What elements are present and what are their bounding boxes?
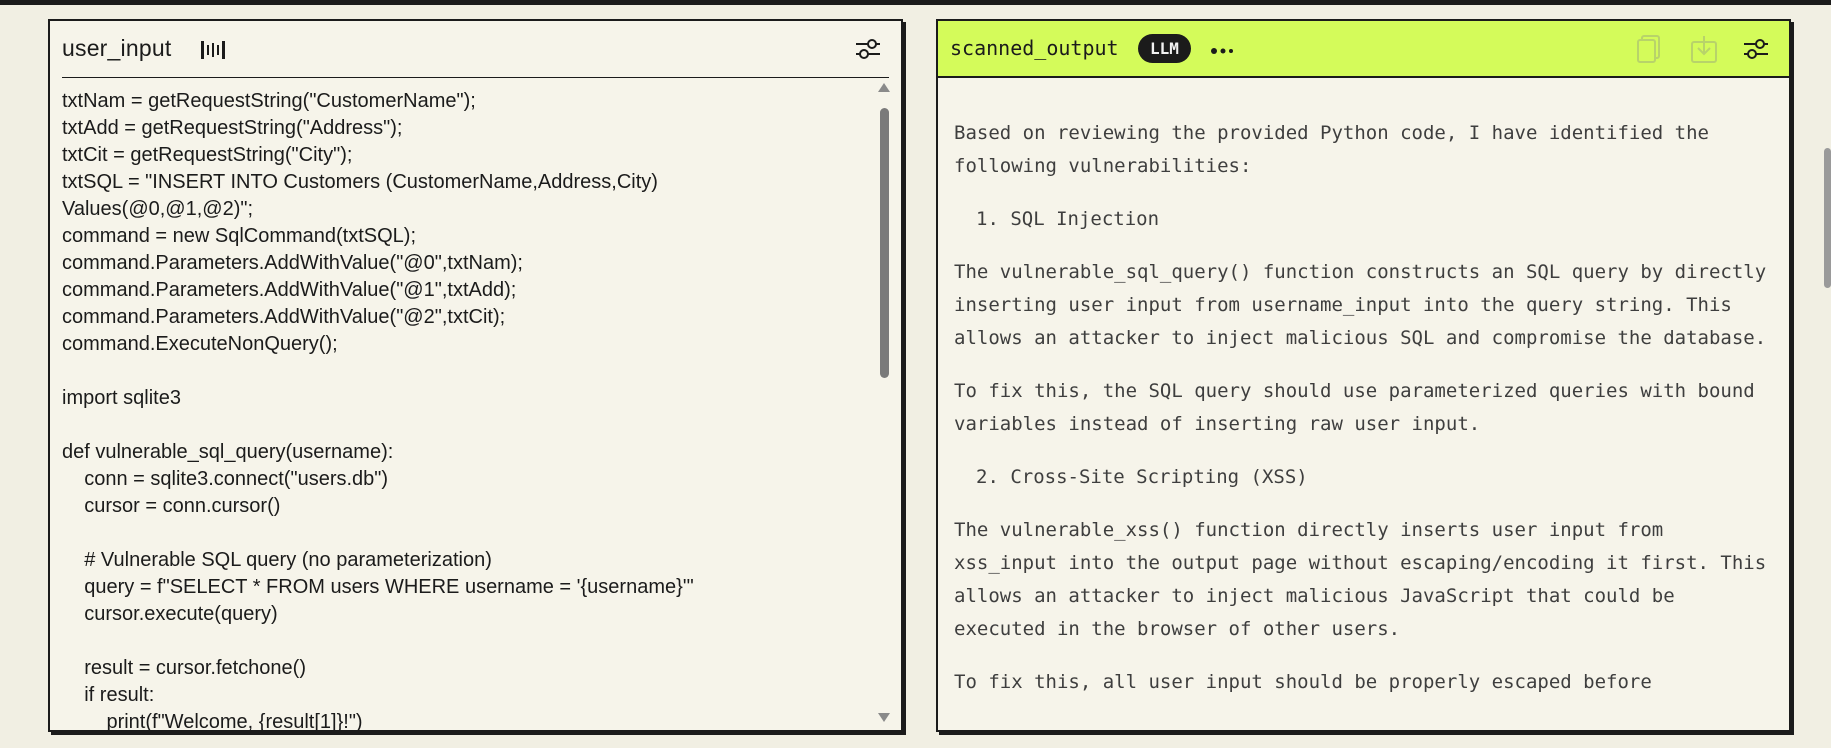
- output-paragraph: Based on reviewing the provided Python c…: [954, 122, 1709, 177]
- top-bar: [0, 0, 1831, 5]
- code-line: command = new SqlCommand(txtSQL);: [62, 225, 417, 247]
- code-line: txtNam = getRequestString("CustomerName"…: [62, 90, 476, 112]
- scanned-output-title: scanned_output: [950, 36, 1119, 60]
- scroll-down-arrow-icon[interactable]: [878, 713, 890, 722]
- code-line: cursor = conn.cursor(): [62, 495, 281, 517]
- scanned-output-header: scanned_output LLM: [938, 21, 1789, 78]
- output-paragraph: The vulnerable_sql_query() function cons…: [954, 261, 1767, 349]
- waveform-icon[interactable]: [200, 40, 228, 60]
- code-line: txtAdd = getRequestString("Address");: [62, 117, 403, 139]
- export-icon[interactable]: [1690, 34, 1718, 64]
- header-divider: [62, 77, 889, 78]
- code-line: command.ExecuteNonQuery();: [62, 333, 338, 355]
- scroll-thumb[interactable]: [880, 108, 889, 378]
- output-paragraph: To fix this, the SQL query should use pa…: [954, 380, 1755, 435]
- code-line: conn = sqlite3.connect("users.db"): [62, 468, 389, 490]
- scanned-output-text: Based on reviewing the provided Python c…: [954, 117, 1769, 716]
- code-line: query = f"SELECT * FROM users WHERE user…: [62, 576, 694, 598]
- code-line: command.Parameters.AddWithValue("@0",txt…: [62, 252, 523, 274]
- output-list-item: 1. SQL Injection: [976, 208, 1160, 230]
- output-paragraph: The vulnerable_xss() function directly i…: [954, 519, 1767, 640]
- code-line: txtSQL = "INSERT INTO Customers (Custome…: [62, 171, 658, 193]
- code-line: # Vulnerable SQL query (no parameterizat…: [62, 549, 492, 571]
- code-line: result = cursor.fetchone(): [62, 657, 306, 679]
- code-input-textarea[interactable]: txtNam = getRequestString("CustomerName"…: [62, 88, 883, 730]
- code-line: import sqlite3: [62, 387, 181, 409]
- user-input-panel: user_input txtNam = getRequestString("Cu…: [48, 19, 903, 732]
- code-line: txtCit = getRequestString("City");: [62, 144, 353, 166]
- scroll-up-arrow-icon[interactable]: [878, 83, 890, 92]
- scanned-output-panel: scanned_output LLM Based on reviewing th…: [936, 19, 1791, 732]
- code-line: cursor.execute(query): [62, 603, 278, 625]
- code-line: if result:: [62, 684, 155, 706]
- llm-badge: LLM: [1138, 34, 1191, 63]
- sliders-icon[interactable]: [1743, 37, 1769, 61]
- output-list-item: 2. Cross-Site Scripting (XSS): [976, 466, 1308, 488]
- user-input-title: user_input: [62, 35, 172, 61]
- code-line: command.Parameters.AddWithValue("@1",txt…: [62, 279, 517, 301]
- code-line: command.Parameters.AddWithValue("@2",txt…: [62, 306, 506, 328]
- user-input-header: user_input: [50, 21, 901, 77]
- sliders-icon[interactable]: [855, 37, 881, 61]
- copy-icon[interactable]: [1636, 34, 1662, 64]
- code-line: print(f"Welcome, {result[1]}!"): [62, 711, 363, 730]
- more-icon[interactable]: [1210, 47, 1240, 55]
- code-line: Values(@0,@1,@2)";: [62, 198, 254, 220]
- output-paragraph: To fix this, all user input should be pr…: [954, 671, 1652, 693]
- page-scrollbar-thumb[interactable]: [1824, 148, 1831, 288]
- code-scrollbar[interactable]: [877, 83, 891, 722]
- code-line: def vulnerable_sql_query(username):: [62, 441, 394, 463]
